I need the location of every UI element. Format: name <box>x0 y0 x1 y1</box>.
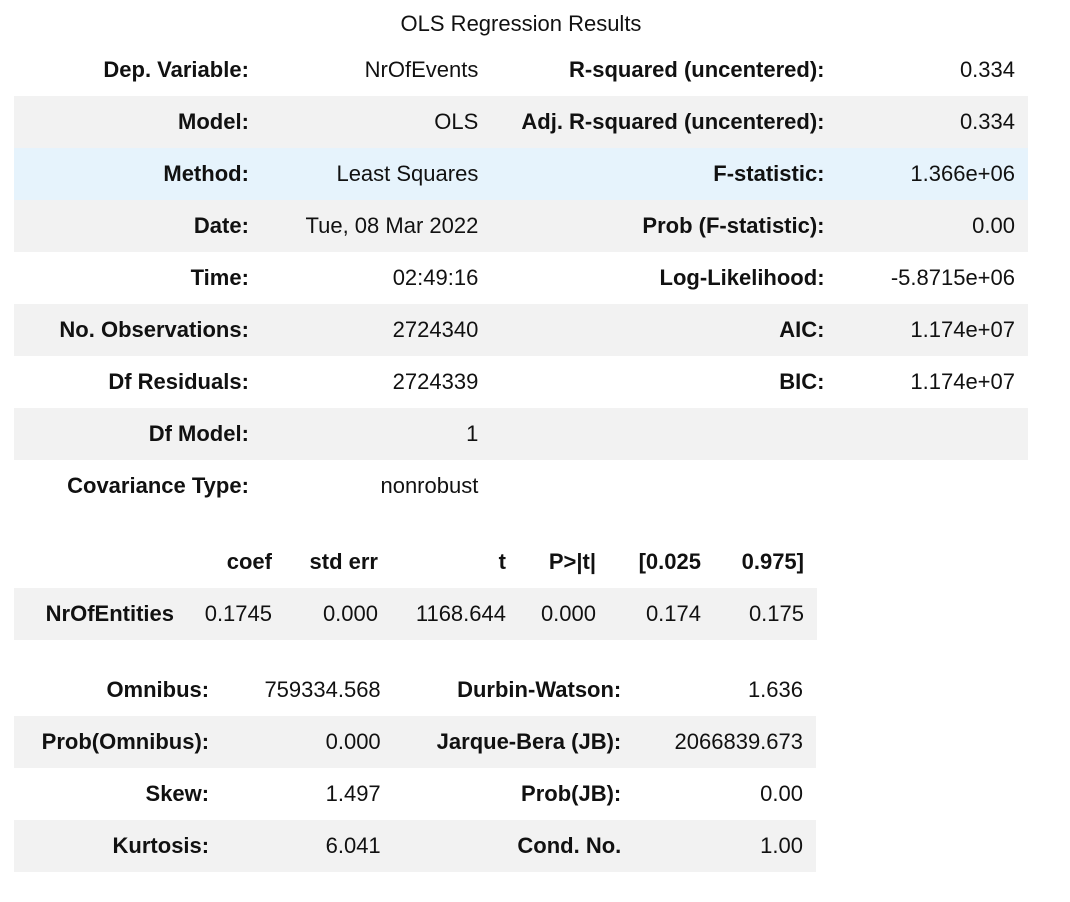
coef-value: 0.1745 <box>187 588 285 640</box>
diagnostic-label: Cond. No. <box>393 820 635 872</box>
summary-value: 02:49:16 <box>392 265 479 290</box>
diagnostic-label: Prob(Omnibus): <box>14 716 223 768</box>
summary-value: NrOfEvents <box>364 57 479 82</box>
table-row: Kurtosis: 6.041 Cond. No. 1.00 <box>14 820 816 872</box>
table-title: OLS Regression Results <box>400 11 642 36</box>
summary-label <box>493 408 840 460</box>
diagnostic-label: Jarque-Bera (JB): <box>393 716 635 768</box>
summary-label: Date: <box>14 200 264 252</box>
summary-label: BIC: <box>779 369 825 394</box>
summary-value: 2724339 <box>392 369 479 394</box>
diagnostic-value: 0.00 <box>760 781 803 806</box>
summary-label: Df Model: <box>14 408 264 460</box>
summary-label: Time: <box>190 265 249 290</box>
summary-label: Method: <box>14 148 264 200</box>
model-summary-table: Dep. Variable: NrOfEvents R-squared (unc… <box>14 44 1028 512</box>
summary-value: 0.334 <box>959 57 1015 82</box>
diagnostic-label: Durbin-Watson: <box>457 677 622 702</box>
table-row: No. Observations: 2724340 AIC: 1.174e+07 <box>14 304 1028 356</box>
summary-value: OLS <box>263 96 494 148</box>
coefficients-table: coef std err t P>|t| [0.025 0.975] NrOfE… <box>14 536 817 640</box>
diagnostic-value: 1.636 <box>747 677 803 702</box>
p-value: 0.000 <box>519 588 609 640</box>
summary-value: nonrobust <box>380 473 479 498</box>
table-header-row: coef std err t P>|t| [0.025 0.975] <box>14 536 817 588</box>
summary-value: 0.00 <box>839 200 1028 252</box>
summary-label: F-statistic: <box>493 148 840 200</box>
column-header: 0.975] <box>741 549 804 574</box>
table-row: Covariance Type: nonrobust <box>14 460 1028 512</box>
diagnostic-value: 759334.568 <box>264 677 381 702</box>
diagnostic-value: 2066839.673 <box>634 716 816 768</box>
summary-label: Prob (F-statistic): <box>493 200 840 252</box>
diagnostic-value: 6.041 <box>222 820 394 872</box>
table-row-highlighted: Method: Least Squares F-statistic: 1.366… <box>14 148 1028 200</box>
table-row: Df Residuals: 2724339 BIC: 1.174e+07 <box>14 356 1028 408</box>
variable-name: NrOfEntities <box>14 588 187 640</box>
summary-label: Dep. Variable: <box>103 57 249 82</box>
diagnostic-label: Skew: <box>145 781 210 806</box>
ci-upper-value: 0.175 <box>714 588 817 640</box>
ci-lower-value: 0.174 <box>609 588 714 640</box>
diagnostic-label: Prob(JB): <box>521 781 622 806</box>
summary-label: Log-Likelihood: <box>659 265 825 290</box>
summary-label: No. Observations: <box>14 304 264 356</box>
summary-value: Tue, 08 Mar 2022 <box>263 200 494 252</box>
table-row: NrOfEntities 0.1745 0.000 1168.644 0.000… <box>14 588 817 640</box>
diagnostic-value: 1.497 <box>325 781 381 806</box>
summary-value: -5.8715e+06 <box>890 265 1015 290</box>
summary-value: 1 <box>263 408 494 460</box>
summary-value <box>840 460 1028 512</box>
summary-label <box>493 460 839 512</box>
summary-value: 1.366e+06 <box>839 148 1028 200</box>
std-err-value: 0.000 <box>285 588 391 640</box>
column-header <box>14 536 187 588</box>
table-row: Prob(Omnibus): 0.000 Jarque-Bera (JB): 2… <box>14 716 816 768</box>
summary-label: Model: <box>14 96 264 148</box>
summary-value: 1.174e+07 <box>910 369 1015 394</box>
table-row: Date: Tue, 08 Mar 2022 Prob (F-statistic… <box>14 200 1028 252</box>
summary-value: 0.334 <box>839 96 1028 148</box>
diagnostic-label: Omnibus: <box>106 677 210 702</box>
summary-value: Least Squares <box>263 148 494 200</box>
summary-label: AIC: <box>493 304 840 356</box>
table-row: Dep. Variable: NrOfEvents R-squared (unc… <box>14 44 1028 96</box>
summary-value: 2724340 <box>263 304 494 356</box>
table-row: Time: 02:49:16 Log-Likelihood: -5.8715e+… <box>14 252 1028 304</box>
summary-label: Df Residuals: <box>108 369 249 394</box>
column-header: std err <box>309 549 378 574</box>
diagnostics-table: Omnibus: 759334.568 Durbin-Watson: 1.636… <box>14 664 816 872</box>
summary-value: 1.174e+07 <box>839 304 1028 356</box>
t-value: 1168.644 <box>391 588 519 640</box>
table-row: Df Model: 1 <box>14 408 1028 460</box>
summary-label: Covariance Type: <box>67 473 249 498</box>
summary-value <box>839 408 1028 460</box>
summary-label: Adj. R-squared (uncentered): <box>493 96 840 148</box>
summary-label: R-squared (uncentered): <box>569 57 825 82</box>
table-row: Model: OLS Adj. R-squared (uncentered): … <box>14 96 1028 148</box>
column-header: [0.025 <box>638 549 701 574</box>
table-row: Omnibus: 759334.568 Durbin-Watson: 1.636 <box>14 664 816 716</box>
diagnostic-value: 0.000 <box>222 716 394 768</box>
diagnostic-value: 1.00 <box>634 820 816 872</box>
column-header: t <box>498 549 506 574</box>
diagnostic-label: Kurtosis: <box>14 820 223 872</box>
column-header: coef <box>226 549 272 574</box>
table-row: Skew: 1.497 Prob(JB): 0.00 <box>14 768 816 820</box>
column-header: P>|t| <box>548 549 596 574</box>
